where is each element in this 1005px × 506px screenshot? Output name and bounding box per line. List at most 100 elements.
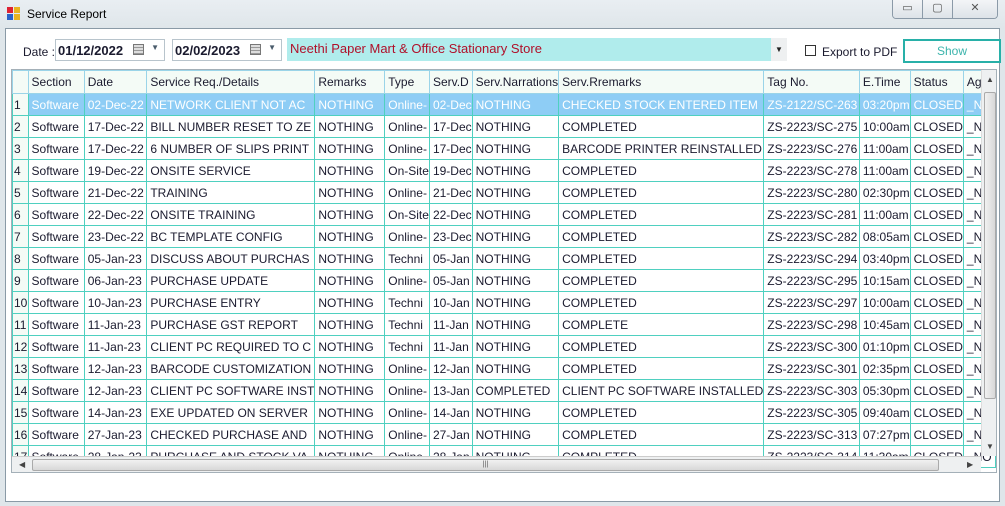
- table-cell[interactable]: CLOSED: [909, 137, 964, 160]
- table-cell[interactable]: 10-Jan: [428, 291, 473, 314]
- table-row[interactable]: 4 Software 19-Dec-22 ONSITE SERVICE NOTHING O…: [12, 159, 996, 182]
- table-cell[interactable]: 11-Jan: [428, 335, 473, 358]
- row-number[interactable]: 10: [12, 291, 29, 314]
- table-cell[interactable]: NOTHING: [314, 357, 386, 380]
- table-cell[interactable]: CLOSED: [909, 181, 964, 204]
- table-cell[interactable]: COMPLETED: [558, 115, 765, 138]
- table-cell[interactable]: Software: [27, 291, 85, 314]
- table-cell[interactable]: ZS-2223/SC-295: [763, 269, 860, 292]
- table-cell[interactable]: 6 NUMBER OF SLIPS PRINT: [146, 137, 316, 160]
- table-cell[interactable]: NOTHING: [314, 423, 386, 446]
- table-cell[interactable]: 21-Dec-22: [83, 181, 148, 204]
- row-number[interactable]: 4: [12, 159, 29, 182]
- table-cell[interactable]: 27-Jan-23: [83, 423, 148, 446]
- table-cell[interactable]: Software: [27, 269, 85, 292]
- table-cell[interactable]: CLIENT PC REQUIRED TO C: [146, 335, 316, 358]
- row-number[interactable]: 16: [12, 423, 29, 446]
- table-cell[interactable]: NOTHING: [314, 313, 386, 336]
- column-header[interactable]: E.Time: [858, 70, 911, 94]
- table-row[interactable]: 14 Software 12-Jan-23 CLIENT PC SOFTWARE IN…: [12, 379, 996, 402]
- table-cell[interactable]: 11-Jan-23: [83, 313, 148, 336]
- table-cell[interactable]: PURCHASE GST REPORT: [146, 313, 316, 336]
- row-number[interactable]: 7: [12, 225, 29, 248]
- table-cell[interactable]: CLIENT PC SOFTWARE INSTALLED: [558, 379, 765, 402]
- table-cell[interactable]: 21-Dec: [428, 181, 473, 204]
- table-cell[interactable]: 08:05am: [858, 225, 911, 248]
- table-cell[interactable]: Online-: [384, 357, 430, 380]
- table-row[interactable]: 2 Software 17-Dec-22 BILL NUMBER RESET TO Z…: [12, 115, 996, 138]
- chevron-down-icon[interactable]: ▼: [268, 43, 276, 52]
- row-number[interactable]: 5: [12, 181, 29, 204]
- table-cell[interactable]: CLOSED: [909, 247, 964, 270]
- table-cell[interactable]: ZS-2223/SC-281: [763, 203, 860, 226]
- table-cell[interactable]: ZS-2223/SC-276: [763, 137, 860, 160]
- table-cell[interactable]: 19-Dec-22: [83, 159, 148, 182]
- table-cell[interactable]: Software: [27, 423, 85, 446]
- table-row[interactable]: 11 Software 11-Jan-23 PURCHASE GST REPORT NO…: [12, 313, 996, 336]
- table-cell[interactable]: ZS-2223/SC-301: [763, 357, 860, 380]
- table-row[interactable]: 8 Software 05-Jan-23 DISCUSS ABOUT PURCHAS N…: [12, 247, 996, 270]
- table-cell[interactable]: Online-: [384, 269, 430, 292]
- table-cell[interactable]: 03:20pm: [858, 93, 911, 116]
- table-cell[interactable]: Online-: [384, 423, 430, 446]
- scroll-down-icon[interactable]: ▼: [986, 442, 994, 451]
- export-pdf-label[interactable]: Export to PDF: [822, 45, 897, 59]
- table-cell[interactable]: 17-Dec-22: [83, 137, 148, 160]
- table-cell[interactable]: NOTHING: [471, 203, 560, 226]
- table-cell[interactable]: 05-Jan-23: [83, 247, 148, 270]
- table-cell[interactable]: Software: [27, 203, 85, 226]
- table-cell[interactable]: NOTHING: [471, 313, 560, 336]
- table-cell[interactable]: COMPLETED: [558, 269, 765, 292]
- table-cell[interactable]: COMPLETED: [558, 225, 765, 248]
- table-cell[interactable]: NOTHING: [471, 335, 560, 358]
- table-cell[interactable]: 10:15am: [858, 269, 911, 292]
- table-cell[interactable]: NOTHING: [471, 247, 560, 270]
- table-cell[interactable]: Techni: [384, 335, 430, 358]
- table-cell[interactable]: 11:00am: [858, 137, 911, 160]
- table-cell[interactable]: CLOSED: [909, 115, 964, 138]
- table-cell[interactable]: COMPLETED: [558, 401, 765, 424]
- table-cell[interactable]: 17-Dec: [428, 137, 473, 160]
- table-row[interactable]: 9 Software 06-Jan-23 PURCHASE UPDATE NOTHING…: [12, 269, 996, 292]
- table-cell[interactable]: NOTHING: [314, 181, 386, 204]
- table-cell[interactable]: Software: [27, 401, 85, 424]
- column-header[interactable]: Serv.D: [428, 70, 473, 94]
- vertical-scrollbar[interactable]: ▲ ▼: [981, 70, 996, 456]
- table-cell[interactable]: NOTHING: [314, 247, 386, 270]
- table-cell[interactable]: Software: [27, 159, 85, 182]
- table-cell[interactable]: NOTHING: [314, 291, 386, 314]
- table-cell[interactable]: 14-Jan-23: [83, 401, 148, 424]
- table-cell[interactable]: ZS-2223/SC-313: [763, 423, 860, 446]
- table-cell[interactable]: COMPLETED: [558, 423, 765, 446]
- table-cell[interactable]: NOTHING: [471, 137, 560, 160]
- table-cell[interactable]: 02-Dec: [428, 93, 473, 116]
- table-cell[interactable]: COMPLETED: [558, 357, 765, 380]
- table-cell[interactable]: ZS-2223/SC-297: [763, 291, 860, 314]
- table-cell[interactable]: On-Site: [384, 203, 430, 226]
- table-cell[interactable]: NOTHING: [314, 159, 386, 182]
- table-cell[interactable]: NOTHING: [314, 93, 386, 116]
- table-row[interactable]: 10 Software 10-Jan-23 PURCHASE ENTRY NOTHING…: [12, 291, 996, 314]
- table-cell[interactable]: ZS-2223/SC-298: [763, 313, 860, 336]
- table-row[interactable]: 13 Software 12-Jan-23 BARCODE CUSTOMIZATION…: [12, 357, 996, 380]
- table-cell[interactable]: 11-Jan: [428, 313, 473, 336]
- from-date-picker[interactable]: 01/12/2022 ▼: [55, 39, 165, 61]
- table-row[interactable]: 3 Software 17-Dec-22 6 NUMBER OF SLIPS PRIN…: [12, 137, 996, 160]
- table-cell[interactable]: ZS-2223/SC-280: [763, 181, 860, 204]
- scroll-up-icon[interactable]: ▲: [986, 75, 994, 84]
- table-cell[interactable]: ZS-2122/SC-263: [763, 93, 860, 116]
- table-cell[interactable]: CLOSED: [909, 313, 964, 336]
- table-cell[interactable]: 13-Jan: [428, 379, 473, 402]
- table-cell[interactable]: COMPLETED: [558, 181, 765, 204]
- column-header[interactable]: Status: [909, 70, 964, 94]
- table-cell[interactable]: 05:30pm: [858, 379, 911, 402]
- table-row[interactable]: 16 Software 27-Jan-23 CHECKED PURCHASE AND N…: [12, 423, 996, 446]
- table-cell[interactable]: NOTHING: [314, 225, 386, 248]
- table-row[interactable]: 15 Software 14-Jan-23 EXE UPDATED ON SERVER…: [12, 401, 996, 424]
- table-cell[interactable]: 05-Jan: [428, 269, 473, 292]
- table-cell[interactable]: CLOSED: [909, 269, 964, 292]
- table-cell[interactable]: DISCUSS ABOUT PURCHAS: [146, 247, 316, 270]
- table-row[interactable]: 7 Software 23-Dec-22 BC TEMPLATE CONFIG NOTH…: [12, 225, 996, 248]
- table-cell[interactable]: 12-Jan-23: [83, 379, 148, 402]
- table-cell[interactable]: Online-: [384, 379, 430, 402]
